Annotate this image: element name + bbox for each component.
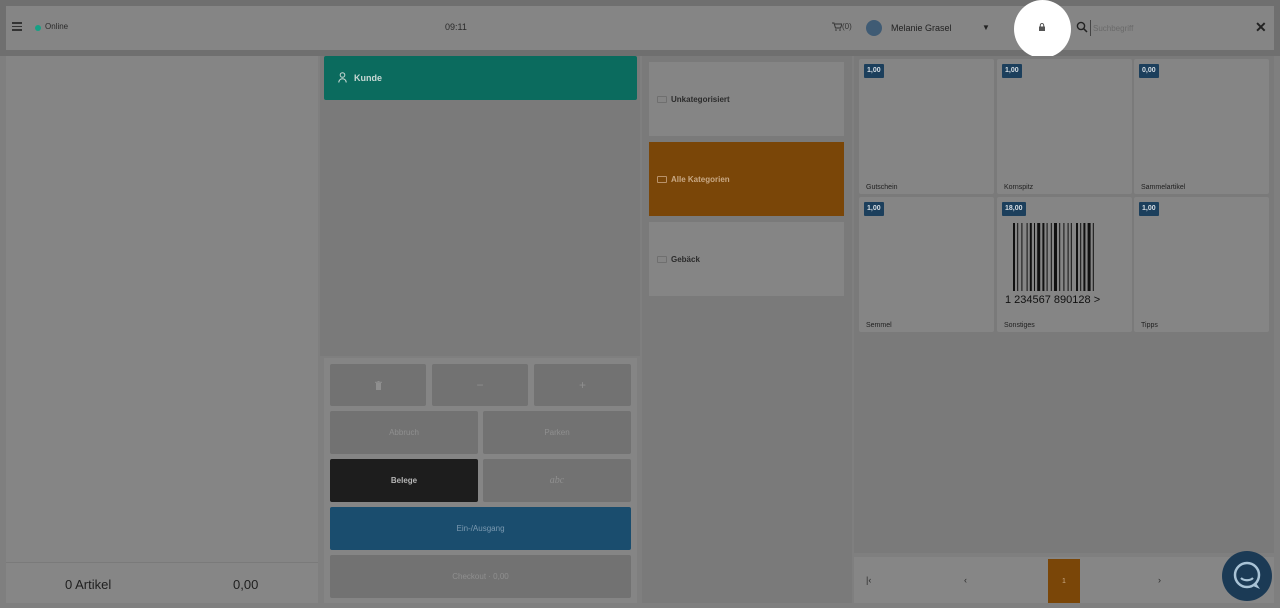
price-badge: 0,00	[1139, 64, 1159, 78]
chevron-down-icon[interactable]: ▼	[982, 23, 990, 32]
user-name[interactable]: Melanie Grasel	[891, 23, 952, 33]
text-input-button[interactable]: abc	[483, 459, 631, 502]
cart-summary: 0 Artikel 0,00	[6, 562, 318, 603]
park-button[interactable]: Parken	[483, 411, 631, 454]
product-name: Kornspitz	[1004, 184, 1034, 191]
product-tile[interactable]: 1,00 Kornspitz	[997, 59, 1132, 194]
barcode-number: 1 234567 890128 >	[1005, 294, 1100, 305]
previous-page-button[interactable]: ‹	[964, 575, 967, 585]
product-tile[interactable]: 1,00 Semmel	[859, 197, 994, 332]
cart-count: (0)	[842, 22, 852, 31]
clock: 09:11	[445, 22, 467, 32]
product-tile[interactable]: 1,00 Tipps	[1134, 197, 1269, 332]
increase-quantity-button[interactable]: +	[534, 364, 631, 406]
search-input[interactable]	[1090, 20, 1240, 36]
product-name: Gutschein	[866, 184, 898, 191]
search-icon[interactable]	[1076, 21, 1088, 33]
current-page[interactable]: 1	[1048, 559, 1080, 603]
product-name: Sonstiges	[1004, 322, 1035, 329]
first-page-button[interactable]: |‹	[866, 575, 871, 585]
receipts-button[interactable]: Belege	[330, 459, 478, 502]
online-status-text: Online	[45, 22, 69, 31]
category-panel	[642, 56, 852, 603]
cart-indicator[interactable]: (0)	[832, 22, 852, 32]
pagination: |‹ ‹ 1 ›	[854, 557, 1274, 603]
order-detail-area	[320, 56, 640, 356]
lock-icon[interactable]	[1038, 23, 1046, 31]
action-keypad: − + Abbruch Parken Belege abc Ein-/Ausga…	[324, 358, 637, 603]
price-badge: 1,00	[1002, 64, 1022, 78]
product-tile[interactable]: 0,00 Sammelartikel	[1134, 59, 1269, 194]
cart-list	[6, 56, 318, 603]
article-count: 0 Artikel	[65, 577, 112, 592]
avatar[interactable]	[866, 20, 882, 36]
chat-button[interactable]	[1222, 551, 1272, 601]
cart-icon	[832, 22, 843, 32]
cancel-button[interactable]: Abbruch	[330, 411, 478, 454]
category-label: Alle Kategorien	[671, 175, 730, 184]
category-icon	[657, 256, 667, 263]
menu-icon[interactable]	[12, 22, 22, 31]
product-name: Semmel	[866, 322, 892, 329]
category-icon	[657, 176, 667, 183]
product-tile[interactable]: 18,00 1 234567 890128 > Sonstiges	[997, 197, 1132, 332]
barcode-image: 1 234567 890128 >	[1005, 223, 1100, 305]
category-label: Unkategorisiert	[671, 95, 730, 104]
cash-in-out-button[interactable]: Ein-/Ausgang	[330, 507, 631, 550]
price-badge: 1,00	[864, 64, 884, 78]
price-badge: 1,00	[1139, 202, 1159, 216]
category-uncategorized[interactable]: Unkategorisiert	[649, 62, 844, 136]
category-all[interactable]: Alle Kategorien	[649, 142, 844, 216]
trash-icon	[374, 380, 382, 390]
top-bar: Online 09:11 (0) Melanie Grasel ▼ ✕	[0, 0, 1280, 58]
online-status-dot	[35, 25, 41, 31]
category-label: Gebäck	[671, 255, 700, 264]
product-name: Tipps	[1141, 322, 1158, 329]
customer-button[interactable]: Kunde	[324, 56, 637, 100]
user-icon	[338, 72, 347, 83]
cart-total: 0,00	[233, 577, 259, 592]
checkout-button[interactable]: Checkout · 0,00	[330, 555, 631, 598]
customer-label: Kunde	[354, 73, 382, 83]
chat-icon	[1233, 561, 1261, 589]
price-badge: 1,00	[864, 202, 884, 216]
price-badge: 18,00	[1002, 202, 1026, 216]
product-tile[interactable]: 1,00 Gutschein	[859, 59, 994, 194]
category-icon	[657, 96, 667, 103]
decrease-quantity-button[interactable]: −	[432, 364, 528, 406]
category-pastry[interactable]: Gebäck	[649, 222, 844, 296]
next-page-button[interactable]: ›	[1158, 575, 1161, 585]
close-icon[interactable]: ✕	[1255, 19, 1267, 36]
delete-item-button[interactable]	[330, 364, 426, 406]
product-name: Sammelartikel	[1141, 184, 1186, 191]
